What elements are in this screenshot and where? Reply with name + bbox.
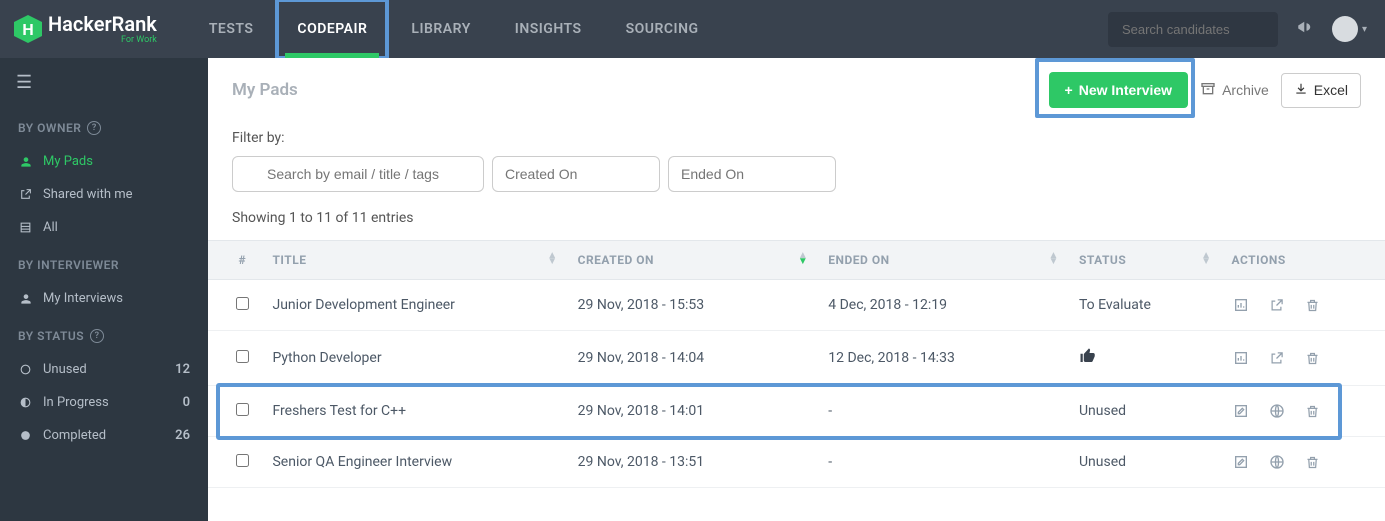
logo[interactable]: H HackerRank For Work bbox=[14, 14, 157, 45]
edit-icon[interactable] bbox=[1232, 453, 1250, 471]
help-icon[interactable]: ? bbox=[90, 329, 104, 343]
help-icon[interactable]: ? bbox=[87, 121, 101, 135]
nav-tabs: TESTS CODEPAIR LIBRARY INSIGHTS SOURCING bbox=[187, 0, 721, 58]
row-ended: 12 Dec, 2018 - 14:33 bbox=[818, 331, 1069, 386]
pads-table: # TITLE▲▼ CREATED ON▲▼ ENDED ON▲▼ STATUS… bbox=[208, 240, 1385, 488]
row-title[interactable]: Junior Development Engineer bbox=[262, 280, 567, 331]
trash-icon[interactable] bbox=[1304, 349, 1322, 367]
col-created[interactable]: CREATED ON▲▼ bbox=[568, 241, 819, 280]
download-icon bbox=[1294, 82, 1308, 99]
main-header: My Pads + New Interview Archive Excel bbox=[208, 58, 1385, 122]
person-icon bbox=[18, 155, 33, 169]
sidebar-item-in-progress[interactable]: In Progress 0 bbox=[0, 386, 208, 419]
circle-half-icon bbox=[18, 396, 33, 409]
table-row: Python Developer29 Nov, 2018 - 14:0412 D… bbox=[208, 331, 1385, 386]
new-interview-button[interactable]: + New Interview bbox=[1049, 72, 1189, 108]
page-title: My Pads bbox=[232, 80, 298, 100]
logo-text: HackerRank bbox=[48, 14, 157, 34]
row-created: 29 Nov, 2018 - 13:51 bbox=[568, 437, 819, 488]
sidebar-item-my-interviews[interactable]: My Interviews bbox=[0, 282, 208, 315]
tab-insights[interactable]: INSIGHTS bbox=[493, 0, 604, 58]
sidebar-head-interviewer: BY INTERVIEWER bbox=[0, 244, 208, 282]
row-ended: 4 Dec, 2018 - 12:19 bbox=[818, 280, 1069, 331]
report-icon[interactable] bbox=[1232, 296, 1250, 314]
row-checkbox[interactable] bbox=[236, 297, 249, 310]
sidebar-item-shared[interactable]: Shared with me bbox=[0, 178, 208, 211]
nav-right: ▾ bbox=[1108, 12, 1385, 47]
globe-icon[interactable] bbox=[1268, 453, 1286, 471]
table-row: Freshers Test for C++29 Nov, 2018 - 14:0… bbox=[208, 386, 1385, 437]
edit-icon[interactable] bbox=[1232, 402, 1250, 420]
sidebar-item-my-pads[interactable]: My Pads bbox=[0, 145, 208, 178]
top-nav: H HackerRank For Work TESTS CODEPAIR LIB… bbox=[0, 0, 1385, 58]
announcement-icon[interactable] bbox=[1296, 18, 1314, 41]
row-title[interactable]: Senior QA Engineer Interview bbox=[262, 437, 567, 488]
sidebar-item-all[interactable]: All bbox=[0, 211, 208, 244]
row-created: 29 Nov, 2018 - 14:04 bbox=[568, 331, 819, 386]
row-checkbox[interactable] bbox=[236, 454, 249, 467]
trash-icon[interactable] bbox=[1304, 402, 1322, 420]
sidebar-item-unused[interactable]: Unused 12 bbox=[0, 353, 208, 386]
table-row: Junior Development Engineer29 Nov, 2018 … bbox=[208, 280, 1385, 331]
person-icon bbox=[18, 292, 33, 306]
col-title[interactable]: TITLE▲▼ bbox=[262, 241, 567, 280]
tab-tests[interactable]: TESTS bbox=[187, 0, 276, 58]
open-icon[interactable] bbox=[1268, 349, 1286, 367]
row-status: To Evaluate bbox=[1069, 280, 1222, 331]
filter-search-input[interactable] bbox=[232, 156, 484, 192]
hamburger-icon[interactable]: ☰ bbox=[0, 58, 208, 107]
sidebar-item-completed[interactable]: Completed 26 bbox=[0, 419, 208, 452]
circle-full-icon bbox=[18, 429, 33, 442]
sidebar: ☰ BY OWNER? My Pads Shared with me All B… bbox=[0, 58, 208, 521]
trash-icon[interactable] bbox=[1304, 453, 1322, 471]
trash-icon[interactable] bbox=[1304, 296, 1322, 314]
open-icon[interactable] bbox=[1268, 296, 1286, 314]
filter-label: Filter by: bbox=[232, 130, 1361, 146]
tab-codepair[interactable]: CODEPAIR bbox=[275, 0, 389, 58]
search-candidates-input[interactable] bbox=[1108, 12, 1278, 47]
row-checkbox[interactable] bbox=[236, 350, 249, 363]
logo-subtext: For Work bbox=[48, 35, 157, 45]
filter-ended-on[interactable] bbox=[668, 156, 836, 192]
showing-text: Showing 1 to 11 of 11 entries bbox=[208, 210, 1385, 240]
row-title[interactable]: Python Developer bbox=[262, 331, 567, 386]
archive-icon bbox=[1200, 81, 1216, 100]
row-checkbox[interactable] bbox=[236, 403, 249, 416]
col-actions: ACTIONS bbox=[1222, 241, 1385, 280]
circle-empty-icon bbox=[18, 363, 33, 376]
plus-icon: + bbox=[1065, 82, 1073, 98]
row-status bbox=[1069, 331, 1222, 386]
chevron-down-icon: ▾ bbox=[1362, 24, 1367, 35]
table-row: Senior QA Engineer Interview29 Nov, 2018… bbox=[208, 437, 1385, 488]
filter-created-on[interactable] bbox=[492, 156, 660, 192]
main: My Pads + New Interview Archive Excel bbox=[208, 58, 1385, 521]
tab-library[interactable]: LIBRARY bbox=[389, 0, 492, 58]
filter-row: Filter by: bbox=[208, 122, 1385, 210]
row-created: 29 Nov, 2018 - 15:53 bbox=[568, 280, 819, 331]
globe-icon[interactable] bbox=[1268, 402, 1286, 420]
avatar bbox=[1332, 16, 1358, 42]
row-created: 29 Nov, 2018 - 14:01 bbox=[568, 386, 819, 437]
col-status[interactable]: STATUS▲▼ bbox=[1069, 241, 1222, 280]
sidebar-head-owner: BY OWNER? bbox=[0, 107, 208, 145]
thumbs-up-icon bbox=[1079, 353, 1097, 369]
row-title[interactable]: Freshers Test for C++ bbox=[262, 386, 567, 437]
report-icon[interactable] bbox=[1232, 349, 1250, 367]
row-status: Unused bbox=[1069, 386, 1222, 437]
col-ended[interactable]: ENDED ON▲▼ bbox=[818, 241, 1069, 280]
row-ended: - bbox=[818, 437, 1069, 488]
col-num: # bbox=[208, 241, 262, 280]
share-icon bbox=[18, 188, 33, 201]
user-menu[interactable]: ▾ bbox=[1332, 16, 1367, 42]
row-status: Unused bbox=[1069, 437, 1222, 488]
excel-button[interactable]: Excel bbox=[1281, 73, 1361, 108]
logo-icon: H bbox=[14, 15, 42, 43]
list-icon bbox=[18, 221, 33, 234]
sidebar-head-status: BY STATUS? bbox=[0, 315, 208, 353]
row-ended: - bbox=[818, 386, 1069, 437]
tab-sourcing[interactable]: SOURCING bbox=[604, 0, 721, 58]
archive-button[interactable]: Archive bbox=[1200, 81, 1269, 100]
